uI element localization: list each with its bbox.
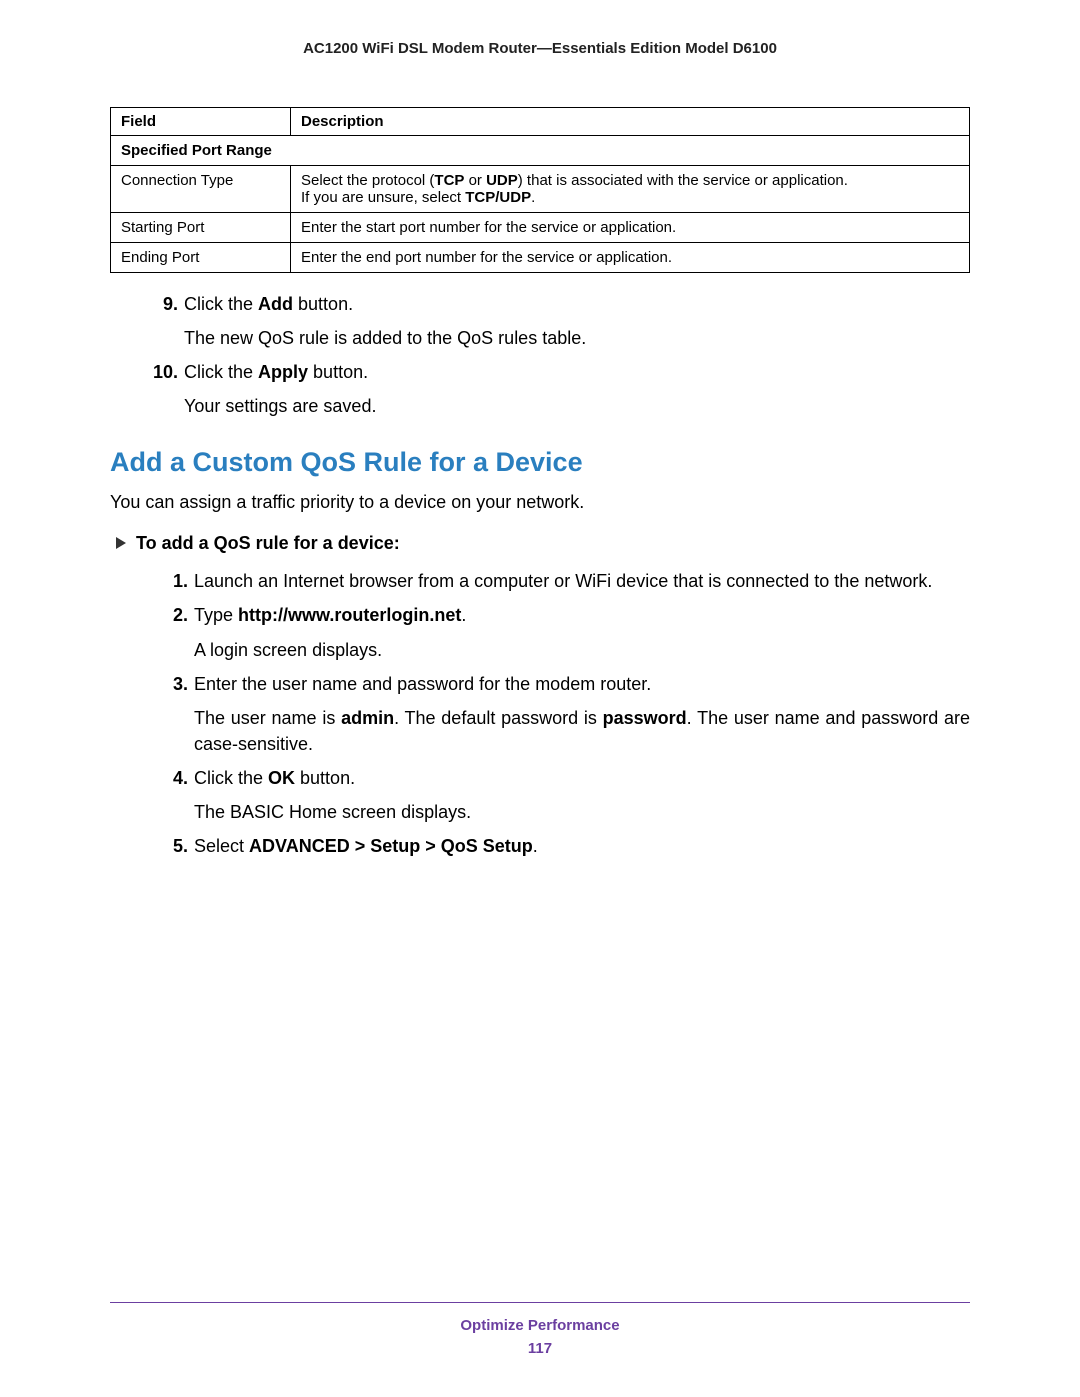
subhead-cell: Specified Port Range bbox=[111, 136, 970, 166]
proc-step-5: 5. Select ADVANCED > Setup > QoS Setup. bbox=[160, 833, 970, 859]
step-follow: The BASIC Home screen displays. bbox=[194, 799, 970, 825]
th-field: Field bbox=[111, 108, 291, 136]
text-bold: Apply bbox=[258, 362, 308, 382]
step-follow: A login screen displays. bbox=[194, 637, 970, 663]
text: Select bbox=[194, 836, 249, 856]
text-bold: Add bbox=[258, 294, 293, 314]
th-description: Description bbox=[291, 108, 970, 136]
step-number: 5. bbox=[160, 833, 188, 859]
cell-desc: Enter the end port number for the servic… bbox=[291, 243, 970, 273]
text: or bbox=[464, 172, 486, 189]
field-description-table: Field Description Specified Port Range C… bbox=[110, 107, 970, 273]
text-bold: OK bbox=[268, 768, 295, 788]
step-number: 9. bbox=[150, 291, 178, 351]
step-body: Type http://www.routerlogin.net. A login… bbox=[194, 602, 970, 662]
procedure-label: To add a QoS rule for a device: bbox=[136, 533, 400, 553]
cell-desc: Select the protocol (TCP or UDP) that is… bbox=[291, 166, 970, 213]
steps-continued: 9. Click the Add button. The new QoS rul… bbox=[150, 291, 970, 419]
text: Type bbox=[194, 605, 238, 625]
page-footer: Optimize Performance 117 bbox=[110, 1302, 970, 1357]
step-body: Click the Apply button. Your settings ar… bbox=[184, 359, 970, 419]
text-bold: UDP bbox=[486, 172, 518, 189]
step-number: 3. bbox=[160, 671, 188, 757]
proc-step-1: 1. Launch an Internet browser from a com… bbox=[160, 568, 970, 594]
step-body: Enter the user name and password for the… bbox=[194, 671, 970, 757]
step-body: Click the Add button. The new QoS rule i… bbox=[184, 291, 970, 351]
table-header-row: Field Description bbox=[111, 108, 970, 136]
step-follow: The user name is admin. The default pass… bbox=[194, 705, 970, 757]
step-body: Click the OK button. The BASIC Home scre… bbox=[194, 765, 970, 825]
text: If you are unsure, select bbox=[301, 189, 465, 206]
step-follow: The new QoS rule is added to the QoS rul… bbox=[184, 325, 970, 351]
text: button. bbox=[308, 362, 368, 382]
text: button. bbox=[293, 294, 353, 314]
table-subheading-row: Specified Port Range bbox=[111, 136, 970, 166]
page-title: AC1200 WiFi DSL Modem Router—Essentials … bbox=[110, 40, 970, 57]
text-bold: ADVANCED > Setup > QoS Setup bbox=[249, 836, 533, 856]
document-page: AC1200 WiFi DSL Modem Router—Essentials … bbox=[0, 0, 1080, 859]
text: Enter the user name and password for the… bbox=[194, 674, 651, 694]
proc-step-2: 2. Type http://www.routerlogin.net. A lo… bbox=[160, 602, 970, 662]
text: . bbox=[461, 605, 466, 625]
proc-step-3: 3. Enter the user name and password for … bbox=[160, 671, 970, 757]
text-bold: TCP bbox=[434, 172, 464, 189]
text-bold: TCP/UDP bbox=[465, 189, 531, 206]
step-number: 10. bbox=[150, 359, 178, 419]
text: button. bbox=[295, 768, 355, 788]
text: The user name is bbox=[194, 708, 341, 728]
text: ) that is associated with the service or… bbox=[518, 172, 848, 189]
text: . The default password is bbox=[394, 708, 603, 728]
step-10: 10. Click the Apply button. Your setting… bbox=[150, 359, 970, 419]
step-body: Select ADVANCED > Setup > QoS Setup. bbox=[194, 833, 970, 859]
step-body: Launch an Internet browser from a comput… bbox=[194, 568, 970, 594]
text-bold: http://www.routerlogin.net bbox=[238, 605, 461, 625]
procedure-heading: To add a QoS rule for a device: bbox=[116, 533, 970, 554]
text: . bbox=[533, 836, 538, 856]
table-row: Connection Type Select the protocol (TCP… bbox=[111, 166, 970, 213]
proc-step-4: 4. Click the OK button. The BASIC Home s… bbox=[160, 765, 970, 825]
section-heading: Add a Custom QoS Rule for a Device bbox=[110, 447, 970, 478]
chevron-right-icon bbox=[116, 537, 126, 549]
footer-page-number: 117 bbox=[110, 1340, 970, 1357]
text-bold: password bbox=[603, 708, 687, 728]
text-bold: admin bbox=[341, 708, 394, 728]
cell-desc: Enter the start port number for the serv… bbox=[291, 213, 970, 243]
text: Select the protocol ( bbox=[301, 172, 434, 189]
text: Click the bbox=[194, 768, 268, 788]
text: . bbox=[531, 189, 535, 206]
table-row: Ending Port Enter the end port number fo… bbox=[111, 243, 970, 273]
text: Click the bbox=[184, 362, 258, 382]
step-9: 9. Click the Add button. The new QoS rul… bbox=[150, 291, 970, 351]
step-number: 4. bbox=[160, 765, 188, 825]
step-number: 2. bbox=[160, 602, 188, 662]
cell-field: Starting Port bbox=[111, 213, 291, 243]
step-number: 1. bbox=[160, 568, 188, 594]
footer-section-name: Optimize Performance bbox=[110, 1317, 970, 1334]
cell-field: Connection Type bbox=[111, 166, 291, 213]
cell-field: Ending Port bbox=[111, 243, 291, 273]
section-intro: You can assign a traffic priority to a d… bbox=[110, 492, 970, 513]
table-row: Starting Port Enter the start port numbe… bbox=[111, 213, 970, 243]
text: Click the bbox=[184, 294, 258, 314]
procedure-steps: 1. Launch an Internet browser from a com… bbox=[160, 568, 970, 859]
step-follow: Your settings are saved. bbox=[184, 393, 970, 419]
